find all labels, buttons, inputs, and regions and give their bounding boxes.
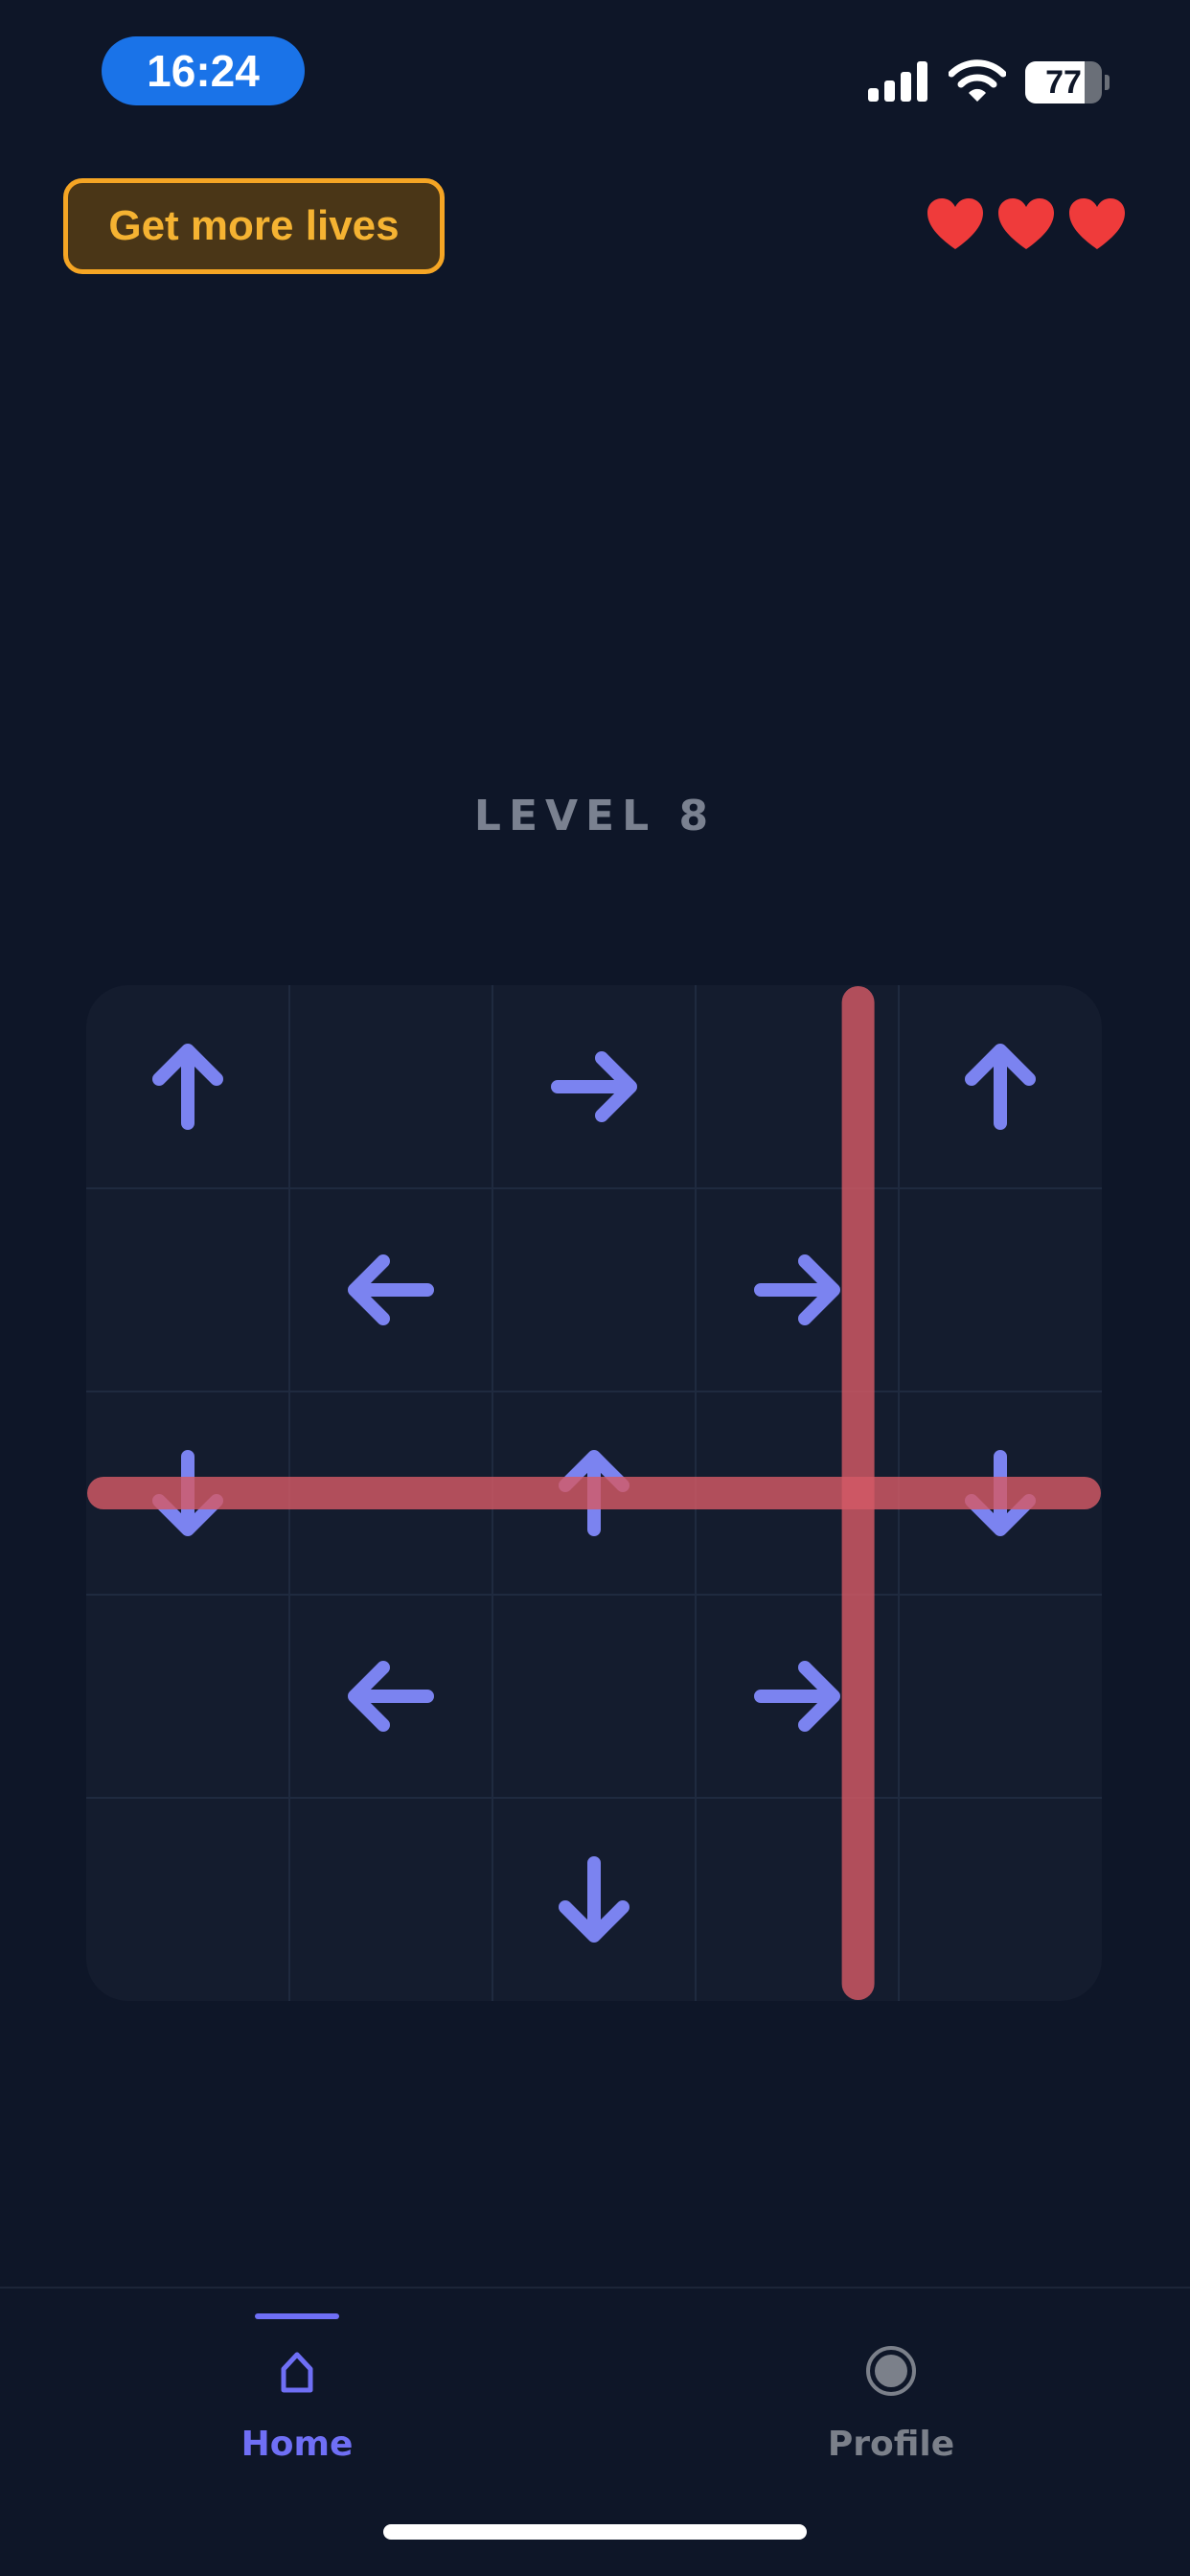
heart-icon bbox=[1069, 198, 1125, 249]
board-cell[interactable] bbox=[289, 1188, 492, 1392]
board-cell[interactable] bbox=[492, 1798, 696, 2001]
board-cell[interactable] bbox=[289, 985, 492, 1188]
board-grid bbox=[86, 985, 1102, 2001]
signal-icon bbox=[868, 61, 927, 102]
board-cell[interactable] bbox=[289, 1798, 492, 2001]
home-indicator bbox=[383, 2524, 807, 2540]
heart-icon bbox=[927, 198, 983, 249]
game-board bbox=[86, 985, 1102, 2001]
get-more-lives-button[interactable]: Get more lives bbox=[63, 178, 445, 274]
board-cell[interactable] bbox=[289, 1595, 492, 1798]
board-cell[interactable] bbox=[492, 1188, 696, 1392]
board-cell[interactable] bbox=[899, 1595, 1102, 1798]
lives-hearts bbox=[926, 197, 1138, 251]
battery-icon: 77 bbox=[1025, 61, 1110, 104]
board-cell[interactable] bbox=[86, 1798, 289, 2001]
status-bar: 16:24 77 bbox=[0, 0, 1190, 144]
board-cell[interactable] bbox=[492, 1595, 696, 1798]
board-cell[interactable] bbox=[86, 1188, 289, 1392]
tab-home[interactable]: Home bbox=[153, 2288, 441, 2499]
profile-icon bbox=[866, 2346, 916, 2396]
board-cell[interactable] bbox=[899, 1798, 1102, 2001]
battery-percent: 77 bbox=[1045, 63, 1082, 101]
active-tab-indicator bbox=[255, 2313, 339, 2319]
wifi-icon bbox=[949, 59, 1006, 102]
home-icon bbox=[281, 2352, 313, 2393]
board-cell[interactable] bbox=[86, 985, 289, 1188]
board-cell[interactable] bbox=[492, 985, 696, 1188]
board-cell[interactable] bbox=[86, 1595, 289, 1798]
tab-profile-label: Profile bbox=[827, 2425, 955, 2464]
tab-profile[interactable]: Profile bbox=[747, 2288, 1035, 2499]
board-cell[interactable] bbox=[899, 985, 1102, 1188]
heart-icon bbox=[998, 198, 1054, 249]
tab-home-label: Home bbox=[240, 2425, 354, 2464]
status-time: 16:24 bbox=[102, 36, 305, 105]
board-cell[interactable] bbox=[899, 1188, 1102, 1392]
level-title: LEVEL 8 bbox=[473, 792, 717, 840]
